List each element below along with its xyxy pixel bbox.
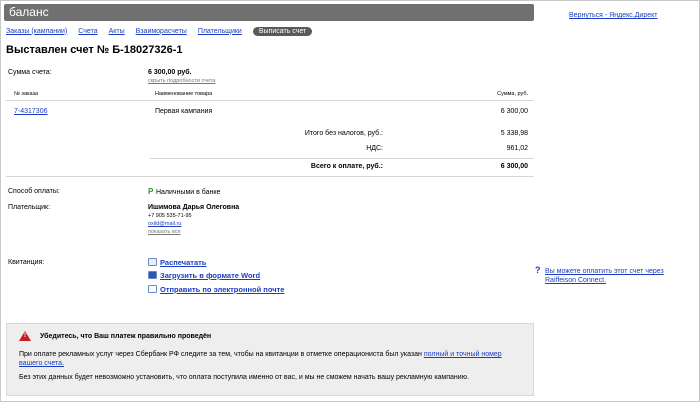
tab-acts[interactable]: Акты xyxy=(109,28,125,35)
total-no-tax-label: Итого без налогов, руб.: xyxy=(304,130,383,137)
row-name: Первая кампания xyxy=(155,108,213,115)
notice-text-1-body: При оплате рекламных услуг через Сбербан… xyxy=(19,351,422,358)
warning-mark: ! xyxy=(24,333,26,339)
raiffeisen-link[interactable]: Вы можете оплатить этот счет через Raiff… xyxy=(545,267,695,285)
nav-tabs: Заказы (кампании) Счета Акты Взаиморасче… xyxy=(6,25,313,37)
cash-icon: P xyxy=(148,187,154,196)
tab-issue-invoice[interactable]: Выписать счет xyxy=(252,26,313,36)
tab-orders[interactable]: Заказы (кампании) xyxy=(6,28,67,35)
notice-text-1: При оплате рекламных услуг через Сбербан… xyxy=(19,350,519,368)
header-title: баланс xyxy=(9,5,49,19)
word-icon xyxy=(148,271,157,279)
grand-total-value: 6 300,00 xyxy=(500,163,528,170)
grand-total-label: Всего к оплате, руб.: xyxy=(310,163,383,170)
payment-notice: ! Убедитесь, что Ваш платеж правильно пр… xyxy=(6,323,534,396)
col-order-header: № заказа xyxy=(14,91,39,97)
show-all-link[interactable]: показать все xyxy=(148,229,181,235)
payer-phone: +7 905 535-71-95 xyxy=(148,213,192,219)
header-bar: баланс xyxy=(4,4,534,21)
word-download-link[interactable]: Загрузить в формате Word xyxy=(160,271,260,280)
row-sum: 6 300,00 xyxy=(500,108,528,115)
divider xyxy=(150,158,534,159)
tab-invoices[interactable]: Счета xyxy=(78,28,97,35)
payment-method-label: Способ оплаты: xyxy=(8,188,60,195)
page-title: Выставлен счет № Б-18027326-1 xyxy=(6,44,183,56)
email-link[interactable]: Отправить по электронной почте xyxy=(160,285,284,294)
tab-payers[interactable]: Плательщики xyxy=(198,28,242,35)
payment-method-value: Наличными в банке xyxy=(155,189,221,196)
divider xyxy=(6,100,534,101)
sum-value: 6 300,00 руб. xyxy=(148,69,192,76)
order-link[interactable]: 7-4317306 xyxy=(14,108,47,115)
receipt-label: Квитанция: xyxy=(8,259,45,266)
divider xyxy=(6,176,534,177)
envelope-icon xyxy=(148,285,157,293)
col-sum-header: Сумма, руб. xyxy=(497,91,528,97)
payer-name: Ишимова Дарья Олеговна xyxy=(148,204,240,211)
tab-settlements[interactable]: Взаиморасчеты xyxy=(136,28,187,35)
vat-label: НДС: xyxy=(366,145,383,152)
col-name-header: Наименование товара xyxy=(155,91,213,97)
sum-label: Сумма счета: xyxy=(8,69,52,76)
payment-method: P Наличными в банке xyxy=(148,187,220,196)
printer-icon xyxy=(148,258,157,266)
payer-label: Плательщик: xyxy=(8,204,51,211)
payer-email[interactable]: oxild@mail.ru xyxy=(148,221,181,227)
notice-heading: Убедитесь, что Ваш платеж правильно пров… xyxy=(40,333,212,340)
back-to-direct-link[interactable]: Вернуться - Яндекс.Директ xyxy=(569,12,657,19)
notice-text-2: Без этих данных будет невозможно установ… xyxy=(19,374,469,381)
total-no-tax-value: 5 338,98 xyxy=(500,130,528,137)
hide-details-link[interactable]: скрыть подробности счета xyxy=(148,78,215,84)
question-icon: ? xyxy=(535,265,541,275)
vat-value: 961,02 xyxy=(506,145,528,152)
print-link[interactable]: Распечатать xyxy=(160,258,206,267)
